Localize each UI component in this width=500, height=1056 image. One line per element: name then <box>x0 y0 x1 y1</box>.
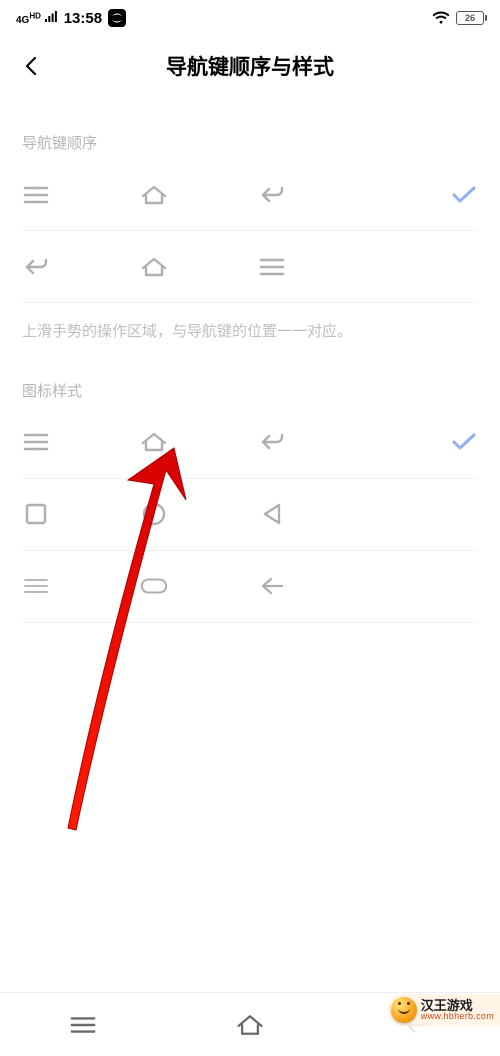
back-icon <box>22 253 50 281</box>
watermark: 汉王游戏 www.hbherb.com <box>387 994 500 1026</box>
menu-icon <box>258 253 286 281</box>
back-icon <box>258 428 286 456</box>
battery-icon: 26 <box>456 11 484 25</box>
triangle-left-icon <box>258 500 286 528</box>
status-time: 13:58 <box>64 10 102 27</box>
back-button[interactable] <box>14 48 50 84</box>
pill-icon <box>140 572 168 600</box>
check-icon <box>451 185 477 205</box>
wifi-icon <box>432 11 450 25</box>
style-option-3[interactable] <box>22 551 478 623</box>
app-indicator-icon <box>108 9 126 27</box>
watermark-logo-icon <box>391 997 417 1023</box>
menu-thin-icon <box>22 572 50 600</box>
order-option-1[interactable] <box>22 159 478 231</box>
chevron-left-icon <box>21 55 43 77</box>
section-note: 上滑手势的操作区域，与导航键的位置一一对应。 <box>22 321 478 344</box>
order-option-2[interactable] <box>22 231 478 303</box>
circle-icon <box>140 500 168 528</box>
home-icon <box>140 181 168 209</box>
square-icon <box>22 500 50 528</box>
nav-menu-button[interactable] <box>69 1011 97 1039</box>
nav-home-button[interactable] <box>236 1011 264 1039</box>
status-bar: 4GHD 13:58 26 <box>0 0 500 36</box>
battery-percent: 26 <box>465 13 475 23</box>
watermark-url: www.hbherb.com <box>421 1012 494 1021</box>
section-label-style: 图标样式 <box>22 380 478 401</box>
network-indicator: 4GHD <box>16 11 58 26</box>
home-icon <box>140 428 168 456</box>
style-option-2[interactable] <box>22 479 478 551</box>
back-icon <box>258 181 286 209</box>
check-icon <box>451 432 477 452</box>
section-label-order: 导航键顺序 <box>22 132 478 153</box>
style-option-1[interactable] <box>22 407 478 479</box>
page-header: 导航键顺序与样式 <box>0 36 500 96</box>
home-icon <box>140 253 168 281</box>
menu-icon <box>22 181 50 209</box>
page-title: 导航键顺序与样式 <box>166 51 334 81</box>
arrow-left-icon <box>258 572 286 600</box>
menu-icon <box>22 428 50 456</box>
